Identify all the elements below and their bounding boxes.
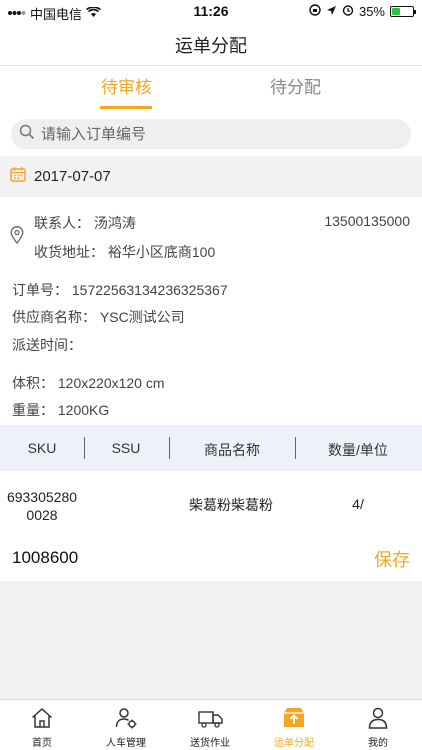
tab-label: 待分配 [270, 78, 321, 97]
location-pin-icon [10, 226, 24, 249]
tabbar-label: 送货作业 [190, 738, 230, 749]
order-number-label: 订单号： [12, 282, 68, 298]
tabbar-item-people-vehicles[interactable]: 人车管理 [84, 700, 168, 750]
user-icon [366, 706, 390, 730]
address-row: 收货地址： 裕华小区底商100 [34, 242, 215, 262]
segment-tabs: 待审核 待分配 [0, 66, 422, 110]
weight-value: 1200KG [57, 402, 110, 418]
contact-name: 汤鸿涛 [93, 215, 136, 231]
nav-bar: 运单分配 [0, 22, 422, 66]
rotation-lock-icon [309, 4, 321, 19]
tab-pending-assign[interactable]: 待分配 [190, 66, 401, 110]
column-header-name: 商品名称 [204, 442, 260, 458]
tabbar-label: 人车管理 [106, 738, 146, 749]
sku-line: 693305280 [6, 489, 78, 505]
status-right: 35% [309, 4, 416, 19]
assigned-id: 1008600 [12, 548, 79, 567]
order-number-row: 订单号： 15722563134236325367 [12, 280, 228, 300]
search-box[interactable] [11, 119, 411, 149]
search-bar [0, 110, 422, 156]
tab-active-indicator [100, 106, 152, 109]
cell-sku: 693305280 0028 [2, 488, 82, 524]
home-icon [30, 706, 54, 730]
column-header-ssu: SSU [111, 440, 141, 456]
supplier-label: 供应商名称： [12, 309, 96, 325]
address-value: 裕华小区底商100 [107, 244, 216, 260]
delivery-time-label: 派送时间： [12, 337, 82, 353]
tabbar-label: 我的 [368, 738, 388, 749]
supplier-row: 供应商名称： YSC测试公司 [12, 307, 185, 327]
tabbar-item-waybill-assign[interactable]: 运单分配 [252, 700, 336, 750]
battery-percent: 35% [358, 4, 385, 19]
column-divider [295, 437, 296, 459]
tab-label: 待审核 [101, 78, 152, 97]
delivery-time-row: 派送时间： [12, 335, 82, 355]
person-gear-icon [114, 706, 138, 730]
calendar-icon [10, 166, 26, 187]
tabbar-label: 运单分配 [274, 738, 314, 749]
cell-quantity: 4/ [352, 496, 364, 512]
cell-product-name: 柴葛粉柴葛粉 [189, 497, 273, 513]
volume-label: 体积： [12, 375, 54, 391]
weight-label: 重量： [12, 402, 54, 418]
tabbar-label: 首页 [32, 738, 52, 749]
table-row: 693305280 0028 柴葛粉柴葛粉 4/ [0, 471, 422, 535]
bottom-tab-bar: 首页 人车管理 送货作业 运单分配 我的 [0, 699, 422, 750]
column-header-sku: SKU [27, 440, 57, 456]
status-bar: 中国电信 11:26 35% [0, 0, 422, 22]
order-number-value: 15722563134236325367 [71, 282, 228, 298]
truck-icon [198, 706, 223, 730]
supplier-value: YSC测试公司 [99, 309, 185, 325]
search-input[interactable] [41, 125, 381, 143]
save-button[interactable]: 保存 [374, 546, 410, 572]
date-row: 2017-07-07 [0, 156, 422, 197]
search-icon [19, 124, 35, 145]
alarm-icon [342, 4, 354, 19]
order-date: 2017-07-07 [34, 168, 111, 185]
tabbar-item-profile[interactable]: 我的 [336, 700, 420, 750]
weight-row: 重量： 1200KG [12, 400, 109, 420]
address-label: 收货地址： [34, 244, 104, 260]
battery-icon [390, 6, 416, 17]
column-divider [169, 437, 170, 459]
column-header-qty: 数量/单位 [328, 442, 388, 458]
volume-row: 体积： 120x220x120 cm [12, 373, 165, 393]
contact-phone[interactable]: 13500135000 [324, 213, 410, 229]
order-card[interactable]: 联系人： 汤鸿涛 13500135000 收货地址： 裕华小区底商100 订单号… [0, 197, 422, 425]
tabbar-item-delivery[interactable]: 送货作业 [168, 700, 252, 750]
order-footer: 1008600 保存 [0, 535, 422, 581]
table-header: SKU SSU 商品名称 数量/单位 [0, 426, 422, 471]
location-icon [326, 4, 337, 19]
volume-value: 120x220x120 cm [57, 375, 165, 391]
column-divider [84, 437, 85, 459]
contact-label: 联系人： [34, 215, 90, 231]
sku-line: 0028 [26, 507, 58, 523]
page-title: 运单分配 [175, 36, 247, 56]
tabbar-item-home[interactable]: 首页 [0, 700, 84, 750]
contact-row: 联系人： 汤鸿涛 [34, 213, 136, 233]
box-upload-icon [282, 706, 306, 730]
